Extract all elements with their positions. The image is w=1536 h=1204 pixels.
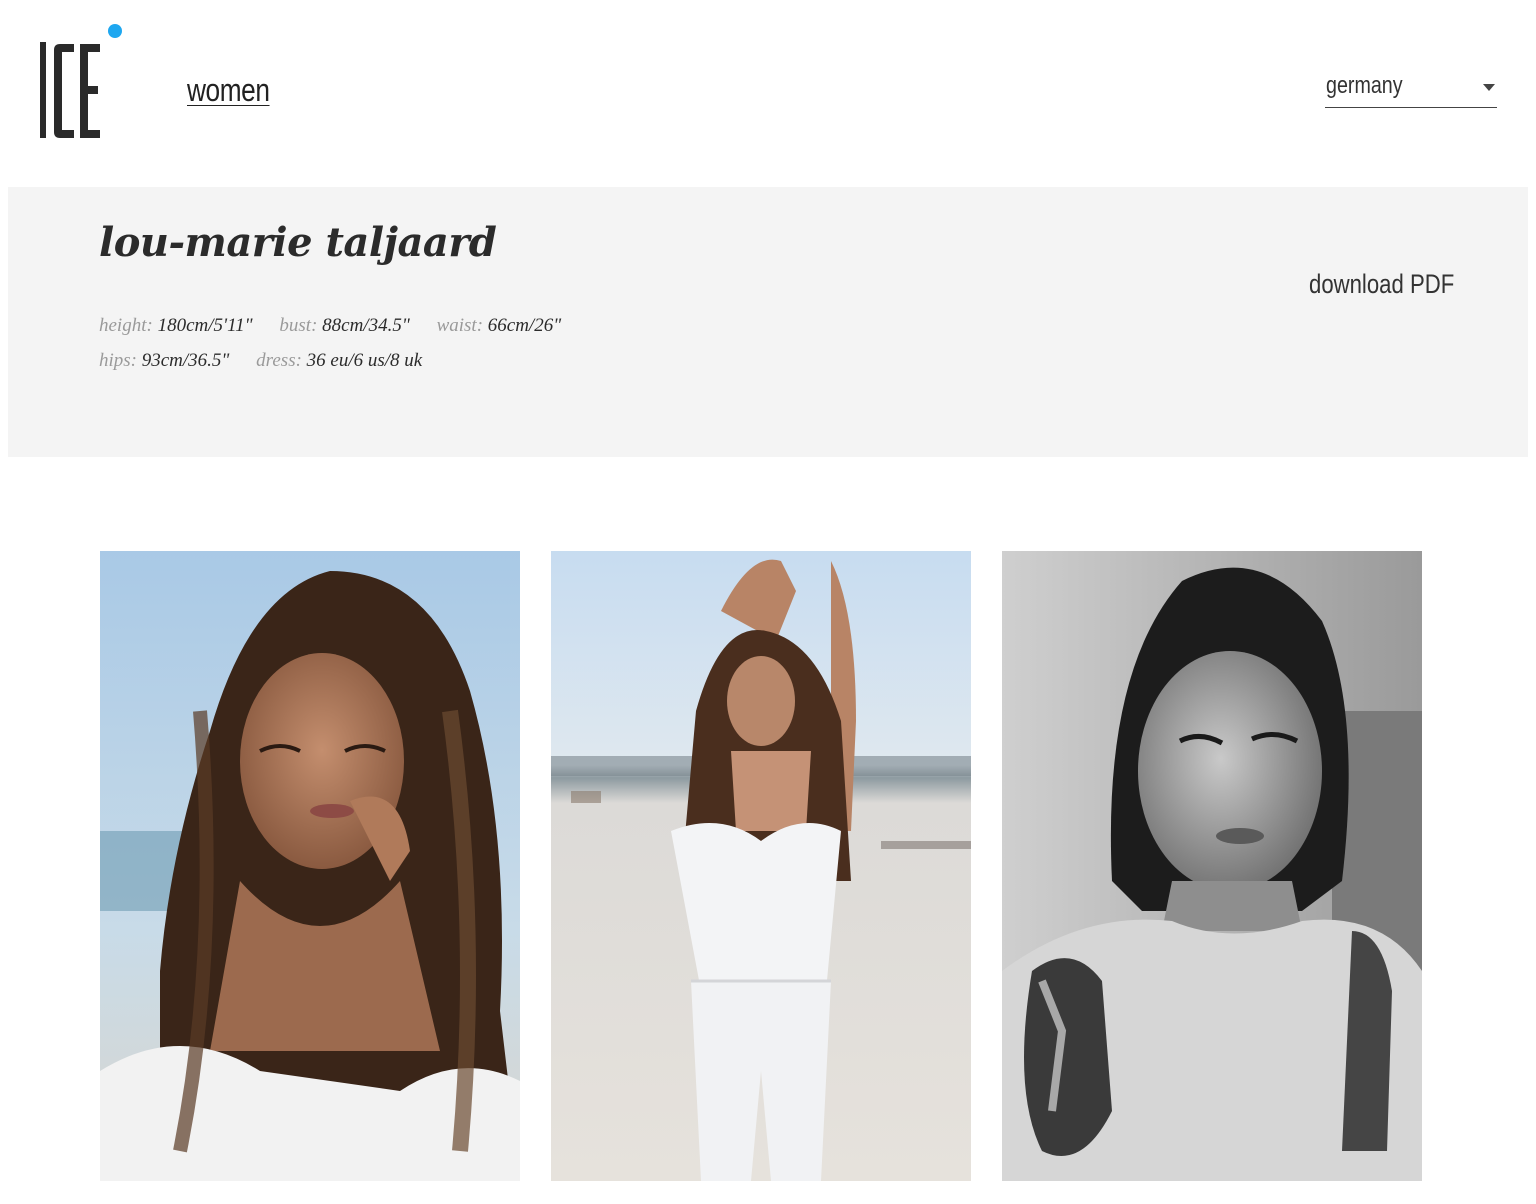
measurement-hips: hips: 93cm/36.5": [99, 350, 229, 372]
country-select-value: germany: [1326, 72, 1403, 99]
chevron-down-icon: [1483, 84, 1495, 91]
measurement-dress: dress: 36 eu/6 us/8 uk: [256, 350, 422, 372]
measurement-value: 93cm/36.5": [141, 350, 230, 371]
measurement-value: 36 eu/6 us/8 uk: [306, 350, 423, 371]
profile-panel: lou-marie taljaard download PDF height: …: [8, 187, 1528, 457]
photo-gallery: [100, 551, 1422, 1181]
ice-logo[interactable]: [38, 22, 128, 142]
measurement-label: height:: [99, 315, 153, 336]
measurement-label: waist:: [436, 315, 484, 336]
measurement-waist: waist: 66cm/26": [437, 315, 562, 337]
measurement-value: 88cm/34.5": [322, 315, 410, 336]
measurement-label: hips:: [99, 350, 137, 371]
site-header: women germany: [0, 0, 1536, 187]
measurements-row: height: 180cm/5'11" bust: 88cm/34.5" wai…: [99, 315, 583, 337]
measurement-bust: bust: 88cm/34.5": [279, 315, 409, 337]
measurement-label: bust:: [279, 315, 318, 336]
country-select[interactable]: germany: [1325, 70, 1497, 108]
measurements-row: hips: 93cm/36.5" dress: 36 eu/6 us/8 uk: [99, 350, 444, 372]
measurement-value: 66cm/26": [487, 315, 562, 336]
measurement-label: dress:: [256, 350, 302, 371]
download-pdf-link[interactable]: download PDF: [1309, 269, 1454, 300]
measurement-value: 180cm/5'11": [157, 315, 253, 336]
measurement-height: height: 180cm/5'11": [99, 315, 253, 337]
gallery-photo-portrait-color[interactable]: [100, 551, 520, 1181]
gallery-photo-portrait-bw[interactable]: [1002, 551, 1422, 1181]
gallery-photo-beach-full-body[interactable]: [551, 551, 971, 1181]
model-name: lou-marie taljaard: [99, 219, 497, 266]
nav-women-link[interactable]: women: [187, 72, 270, 109]
